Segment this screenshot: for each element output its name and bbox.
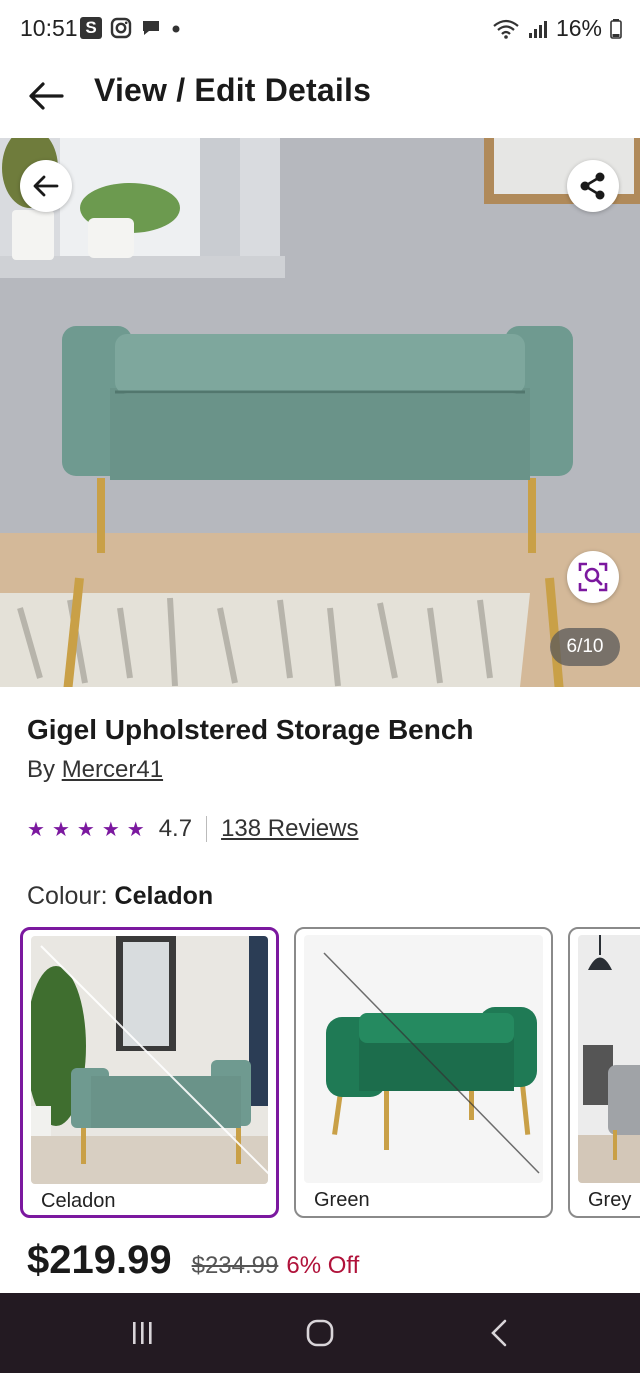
colour-label: Colour: (27, 882, 108, 910)
system-icons: 16% (492, 15, 622, 42)
system-nav-bar (0, 1293, 640, 1373)
battery-icon (610, 18, 622, 39)
visual-search-button[interactable] (567, 551, 619, 603)
battery-percent: 16% (555, 15, 602, 41)
home-button[interactable] (300, 1315, 340, 1351)
price-row: $219.99 $234.99 6% Off (27, 1238, 359, 1283)
arrow-left-icon (29, 82, 64, 110)
by-prefix: By (27, 756, 56, 783)
discount-badge: 6% Off (286, 1252, 360, 1279)
colour-option-grey[interactable]: Grey (568, 927, 640, 1218)
gallery-back-button[interactable] (20, 160, 72, 212)
swatch-label: Grey (588, 1189, 632, 1211)
back-button[interactable] (26, 76, 66, 116)
colour-selection-label: Colour: Celadon (27, 882, 213, 911)
star-icon: ★ (27, 818, 45, 841)
chat-icon (143, 21, 159, 35)
colour-option-green[interactable]: Green (294, 927, 553, 1218)
star-icon: ★ (126, 818, 145, 841)
selected-colour: Celadon (114, 882, 214, 910)
star-icon: ★ (101, 818, 120, 841)
brand-link[interactable]: Mercer41 (62, 756, 163, 783)
status-bar: 10:51 S 16% (0, 0, 640, 58)
image-counter: 6/10 (550, 628, 620, 666)
visual-search-icon (578, 562, 608, 592)
share-icon (580, 172, 605, 200)
original-price: $234.99 (191, 1252, 279, 1279)
recent-apps-icon (133, 1322, 152, 1344)
dot-icon (172, 25, 180, 33)
swatch-label: Green (314, 1189, 370, 1211)
recent-apps-button[interactable] (122, 1315, 162, 1351)
reviews-link[interactable]: 138 Reviews (221, 815, 358, 843)
rating-value: 4.7 (158, 815, 193, 842)
instagram-icon (110, 17, 132, 39)
share-button[interactable] (567, 160, 619, 212)
swatch-thumbnail (304, 935, 543, 1183)
star-rating: ★ ★ ★ ★ ★ (27, 817, 145, 842)
s-app-icon: S (80, 17, 102, 39)
app-header: View / Edit Details (0, 58, 640, 138)
rating-row: ★ ★ ★ ★ ★ 4.7 138 Reviews (27, 813, 358, 845)
star-icon: ★ (51, 818, 70, 841)
star-icon: ★ (76, 818, 95, 841)
colour-option-celadon[interactable]: Celadon (20, 927, 279, 1218)
swatch-thumbnail (31, 936, 268, 1184)
brand-line: By Mercer41 (27, 756, 163, 784)
status-time: 10:51 (20, 15, 78, 41)
swatch-thumbnail (578, 935, 640, 1183)
current-price: $219.99 (27, 1238, 172, 1282)
divider (206, 816, 208, 842)
swatch-label: Celadon (41, 1190, 116, 1212)
product-title: Gigel Upholstered Storage Bench (27, 714, 474, 745)
chevron-left-icon (491, 1319, 507, 1347)
system-back-button[interactable] (480, 1315, 520, 1351)
home-icon (306, 1319, 334, 1347)
wifi-icon (493, 19, 519, 39)
signal-icon (528, 20, 547, 38)
arrow-left-icon (33, 175, 59, 197)
product-photo (0, 138, 640, 687)
page-title: View / Edit Details (94, 72, 372, 108)
product-image-gallery[interactable]: 6/10 (0, 138, 640, 687)
notification-icons: S (80, 17, 182, 39)
